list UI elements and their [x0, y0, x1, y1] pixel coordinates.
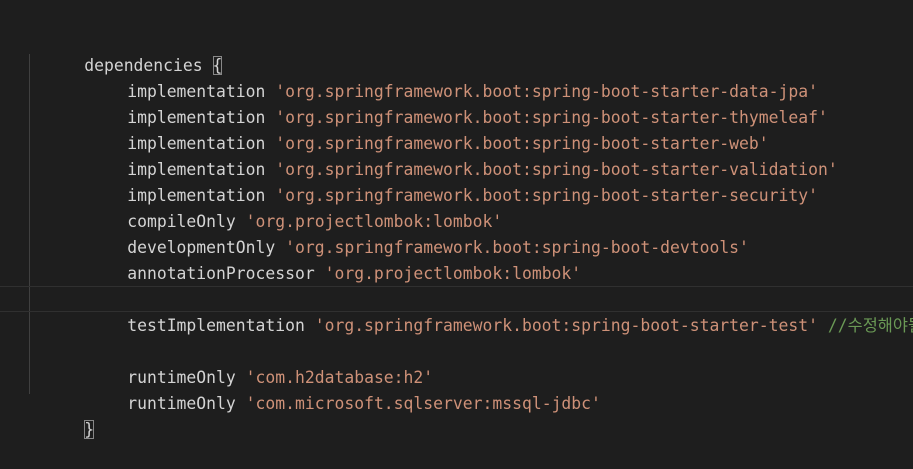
code-line: runtimeOnly 'com.microsoft.sqlserver:mss… — [0, 365, 913, 413]
code-line: compileOnly 'org.projectlombok:lombok' — [0, 183, 913, 231]
close-brace: } — [84, 420, 95, 439]
code-editor[interactable]: dependencies { implementation 'org.sprin… — [0, 0, 913, 439]
code-comment: //수정해야될수 — [827, 316, 913, 335]
code-line-current: testImplementation 'org.springframework.… — [0, 286, 913, 335]
code-line: runtimeOnly 'com.h2database:h2' — [0, 339, 913, 387]
code-line: } — [0, 391, 913, 439]
code-line: developmentOnly 'org.springframework.boo… — [0, 209, 913, 257]
config-name: testImplementation — [127, 316, 305, 335]
code-line: implementation 'org.springframework.boot… — [0, 79, 913, 127]
config-name: annotationProcessor — [127, 264, 315, 283]
code-line: implementation 'org.springframework.boot… — [0, 157, 913, 205]
code-line: dependencies { — [0, 27, 913, 75]
code-line: implementation 'org.springframework.boot… — [0, 105, 913, 153]
dependency-string: 'org.projectlombok:lombok' — [324, 264, 582, 283]
code-line: implementation 'org.springframework.boot… — [0, 131, 913, 179]
code-line: implementation 'org.springframework.boot… — [0, 53, 913, 101]
code-line: annotationProcessor 'org.projectlombok:l… — [0, 235, 913, 283]
dependency-string: 'org.springframework.boot:spring-boot-st… — [314, 316, 818, 335]
